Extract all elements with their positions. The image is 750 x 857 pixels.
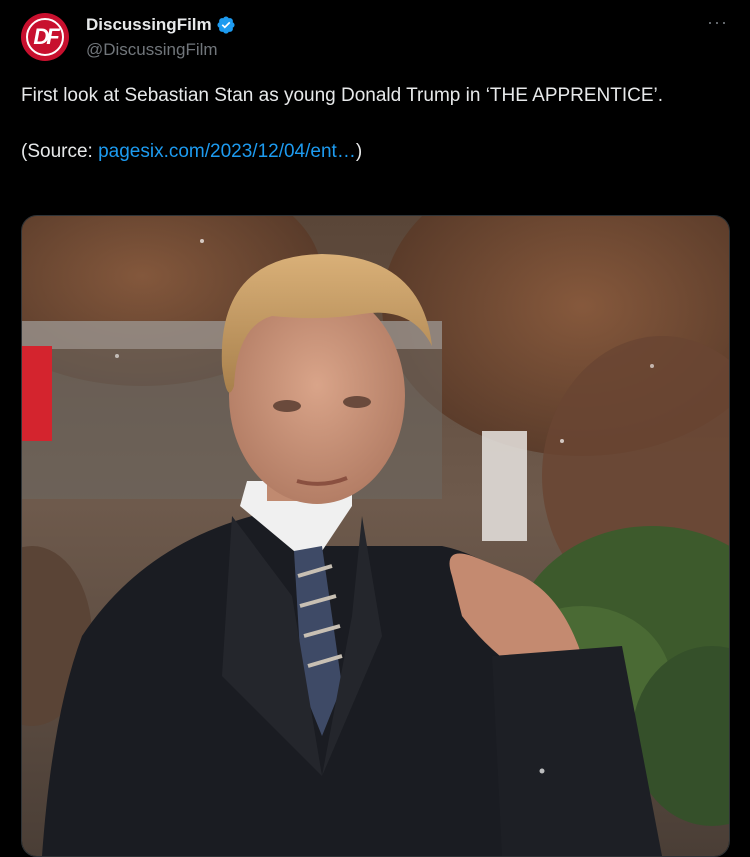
tweet-text: First look at Sebastian Stan as young Do… <box>21 82 721 166</box>
avatar[interactable]: DF <box>21 13 69 61</box>
tweet-source-line: (Source: pagesix.com/2023/12/04/ent…) <box>21 138 721 166</box>
avatar-logo: DF <box>33 24 59 49</box>
author-handle[interactable]: @DiscussingFilm <box>86 40 218 60</box>
display-name[interactable]: DiscussingFilm <box>86 15 212 35</box>
source-prefix: (Source: <box>21 141 99 162</box>
photo-illustration <box>22 216 729 856</box>
verified-badge-icon[interactable] <box>216 15 236 35</box>
more-horizontal-icon[interactable]: ··· <box>707 12 728 32</box>
author-name-row: DiscussingFilm <box>86 15 236 35</box>
tweet-media-photo[interactable] <box>21 215 730 857</box>
tweet-body: First look at Sebastian Stan as young Do… <box>21 85 664 106</box>
source-link[interactable]: pagesix.com/2023/12/04/ent… <box>98 141 356 162</box>
source-suffix: ) <box>355 141 363 162</box>
